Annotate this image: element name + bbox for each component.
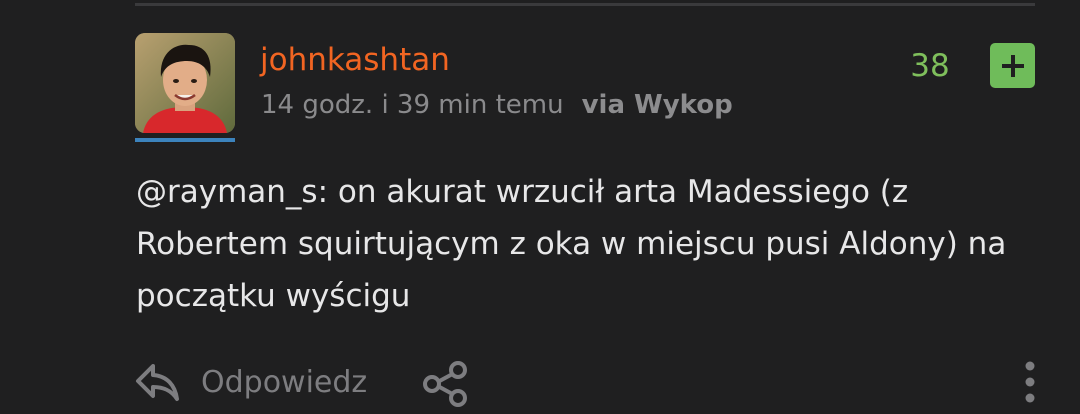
divider: [135, 3, 1035, 6]
reply-arrow-icon: [136, 364, 179, 401]
entry-card: johnkashtan 14 godz. i 39 min temu via Wy…: [0, 0, 1080, 414]
more-options-button[interactable]: [1016, 360, 1044, 410]
reply-button[interactable]: Odpowiedz: [135, 358, 367, 408]
vote-count: 38: [910, 48, 950, 84]
avatar-image: [135, 33, 235, 133]
plus-icon: [1001, 54, 1024, 77]
author-username[interactable]: johnkashtan: [260, 40, 450, 80]
more-vertical-icon: [1025, 361, 1035, 403]
entry-meta: 14 godz. i 39 min temu via Wykop: [261, 86, 733, 124]
reply-label: Odpowiedz: [201, 365, 368, 400]
entry-body: @rayman_s: on akurat wrzucił arta Madess…: [136, 174, 1007, 314]
avatar-status-bar: [135, 138, 235, 142]
upvote-button[interactable]: [990, 43, 1035, 88]
share-button[interactable]: [420, 358, 472, 410]
avatar[interactable]: [135, 33, 235, 133]
entry-timestamp: 14 godz. i 39 min temu: [261, 90, 564, 120]
share-icon: [423, 361, 467, 407]
entry-source: via Wykop: [581, 90, 733, 120]
